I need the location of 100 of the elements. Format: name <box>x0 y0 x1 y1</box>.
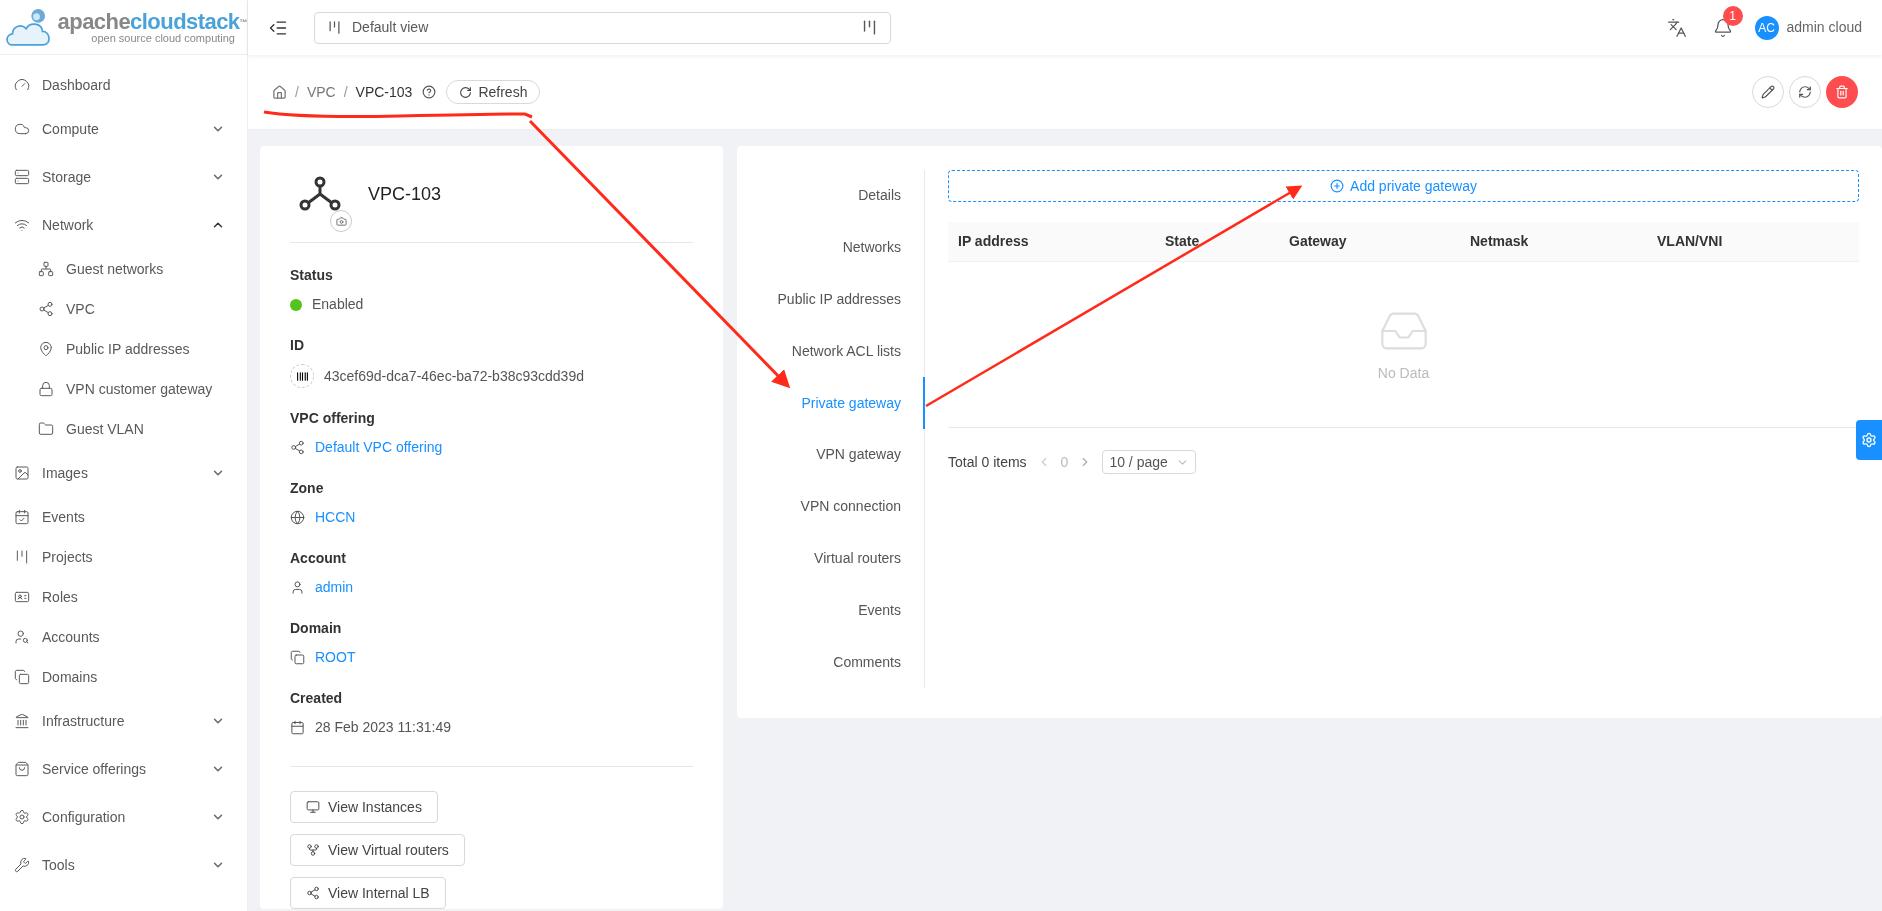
view-button[interactable]: View Instances <box>290 791 438 823</box>
trash-icon <box>1835 85 1849 99</box>
home-icon[interactable] <box>272 84 287 100</box>
delete-button[interactable] <box>1826 76 1858 108</box>
field-label: Domain <box>290 619 343 638</box>
total-items: Total 0 items <box>948 452 1027 472</box>
user-icon <box>290 580 305 595</box>
sidebar-item[interactable]: Accounts <box>0 617 247 657</box>
sidebar-item[interactable]: Projects <box>0 537 247 577</box>
field-label: VPC offering <box>290 409 376 428</box>
column-header: IP address <box>957 232 1030 251</box>
breadcrumb-item: VPC-103 <box>355 82 413 102</box>
pin-icon <box>38 341 54 357</box>
breadcrumb-separator: / <box>343 82 348 102</box>
column-header: VLAN/VNI <box>1656 232 1724 251</box>
field-value: Enabled <box>312 295 364 314</box>
sidebar-item[interactable]: Network <box>0 205 247 245</box>
sidebar-item[interactable]: Dashboard <box>0 65 247 105</box>
field-label: Zone <box>290 479 325 498</box>
server-icon <box>14 169 30 185</box>
tab[interactable]: Network ACL lists <box>791 325 925 378</box>
vpc-icon <box>298 176 342 212</box>
calendar-icon <box>14 509 30 525</box>
sidebar-item[interactable]: Storage <box>0 157 247 197</box>
column-header: Gateway <box>1288 232 1348 251</box>
domain-icon <box>290 650 305 665</box>
field-label: Account <box>290 549 347 568</box>
calendar-icon <box>290 720 305 735</box>
dashboard-icon <box>14 77 30 93</box>
globe-icon <box>290 510 305 525</box>
pencil-icon <box>1761 85 1775 99</box>
field-label: Status <box>290 266 334 285</box>
lock-icon <box>38 381 54 397</box>
monitor-icon <box>306 800 320 814</box>
sidebar-item[interactable]: Compute <box>0 109 247 149</box>
help-icon[interactable] <box>422 85 437 99</box>
sidebar-item[interactable]: Tools <box>0 845 247 885</box>
tab[interactable]: Comments <box>833 636 925 688</box>
breadcrumb-item[interactable]: VPC <box>306 81 336 103</box>
copy-icon <box>14 669 30 685</box>
view-selector[interactable]: Default view <box>314 11 891 44</box>
board-icon <box>327 20 342 35</box>
nodes-icon <box>38 301 54 317</box>
id-card-icon <box>14 589 30 605</box>
view-button[interactable]: View Virtual routers <box>290 834 465 866</box>
breadcrumb-separator: / <box>295 82 299 102</box>
hierarchy-icon <box>38 261 54 277</box>
user-name[interactable]: admin cloud <box>1786 17 1862 38</box>
sidebar-subitem[interactable]: VPN customer gateway <box>0 369 247 409</box>
tab[interactable]: Details <box>858 170 925 222</box>
column-header: State <box>1164 232 1201 251</box>
tab[interactable]: VPN gateway <box>816 429 925 481</box>
bag-icon <box>14 761 30 777</box>
share-icon <box>306 886 320 900</box>
field-value: 43cef69d-dca7-46ec-ba72-b38c93cdd39d <box>324 366 584 386</box>
cloud-icon <box>14 121 30 137</box>
logo-tagline: open source cloud computing <box>91 32 236 44</box>
camera-icon <box>335 215 347 227</box>
notification-badge: 1 <box>1722 5 1743 26</box>
wifi-icon <box>14 217 30 233</box>
sidebar-subitem[interactable]: Guest VLAN <box>0 409 247 449</box>
settings-icon <box>1861 432 1877 448</box>
logo-text: apachecloudstack$^{™}$ <box>57 10 247 33</box>
view-button[interactable]: View Internal LB <box>290 877 446 909</box>
sidebar-item[interactable]: Events <box>0 497 247 537</box>
column-header: Netmask <box>1469 232 1530 251</box>
sidebar-subitem[interactable]: Public IP addresses <box>0 329 247 369</box>
field-value: 28 Feb 2023 11:31:49 <box>315 718 451 737</box>
tab[interactable]: Virtual routers <box>814 532 925 585</box>
folder-icon <box>38 421 54 437</box>
sidebar-subitem[interactable]: Guest networks <box>0 249 247 289</box>
settings-icon <box>14 809 30 825</box>
logo[interactable]: apachecloudstack$^{™}$ open source cloud computing <box>0 0 247 55</box>
field-label: ID <box>290 336 305 355</box>
tab[interactable]: Public IP addresses <box>777 273 925 326</box>
sidebar-subitem[interactable]: VPC <box>0 289 247 329</box>
wrench-icon <box>14 857 30 873</box>
tab[interactable]: Events <box>858 584 925 637</box>
image-icon <box>14 465 30 481</box>
sidebar-item[interactable]: Service offerings <box>0 749 247 789</box>
resource-title: VPC-103 <box>368 182 442 206</box>
board-icon <box>14 549 30 565</box>
sidebar-item[interactable]: Images <box>0 453 247 493</box>
settings-button[interactable] <box>1856 420 1882 460</box>
tab[interactable]: VPN connection <box>800 480 925 533</box>
nodes-icon <box>290 440 305 455</box>
plus-circle-icon <box>1330 179 1345 193</box>
language-icon[interactable] <box>1666 17 1687 38</box>
tab[interactable]: Networks <box>842 221 925 274</box>
field-label: Created <box>290 689 344 708</box>
sidebar-item[interactable]: Configuration <box>0 797 247 837</box>
page-size-select[interactable]: 10 / page <box>1102 450 1196 474</box>
reload-icon <box>459 85 473 99</box>
empty-text: No Data <box>1377 364 1430 383</box>
board-icon <box>861 19 878 36</box>
fork-icon <box>306 843 320 857</box>
sidebar-item[interactable]: Domains <box>0 657 247 697</box>
sidebar-item[interactable]: Infrastructure <box>0 701 247 741</box>
bank-icon <box>14 713 30 729</box>
sidebar-item[interactable]: Roles <box>0 577 247 617</box>
